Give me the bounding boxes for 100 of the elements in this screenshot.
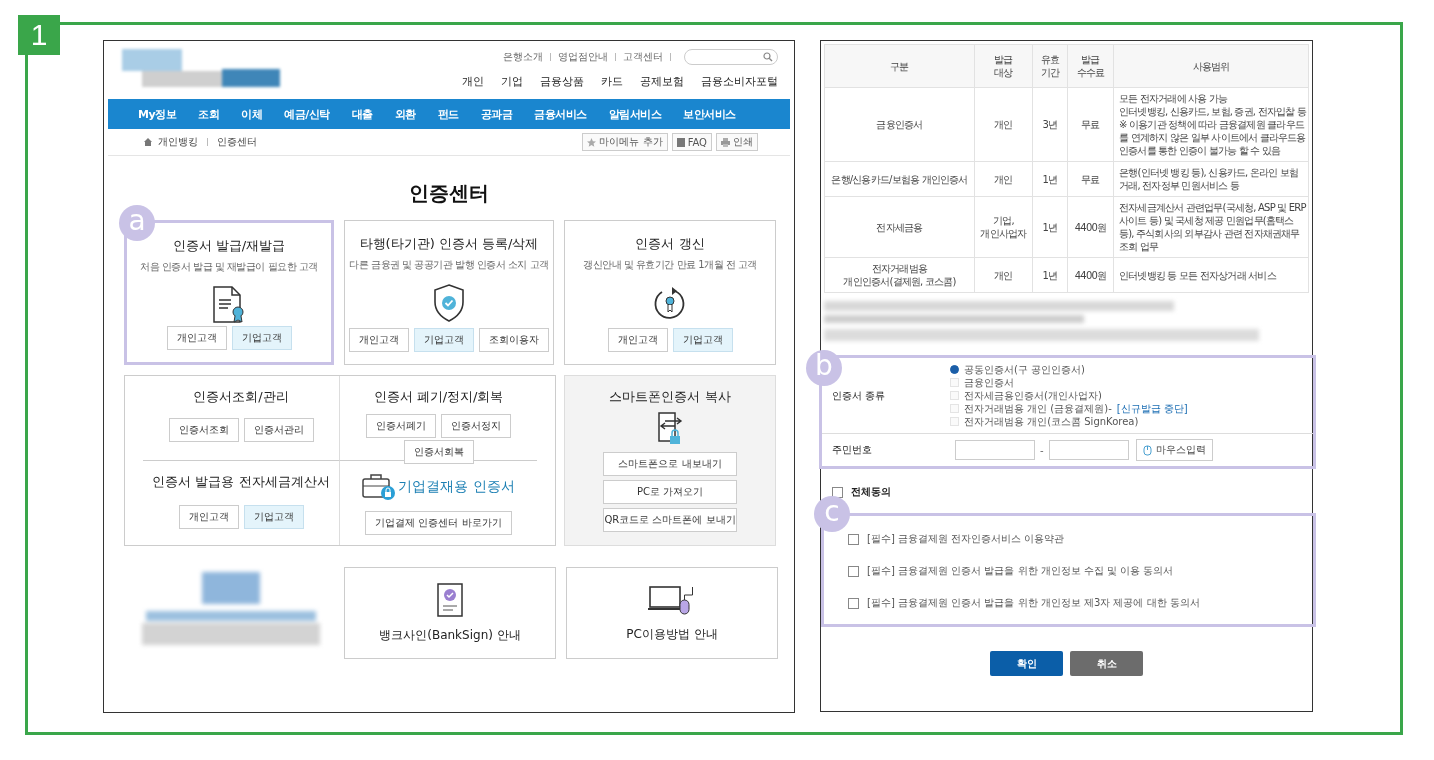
table-cell: 전자세금용 (824, 196, 975, 258)
column-header: 사용범위 (1113, 44, 1309, 88)
option-label: 공동인증서(구 공인인증서) (964, 363, 1085, 376)
cancel-button[interactable]: 취소 (1070, 651, 1143, 676)
menu-item[interactable]: 금융서비스 (534, 106, 587, 122)
table-cell: 1년 (1032, 161, 1068, 197)
menu-item[interactable]: 예금/신탁 (284, 106, 330, 122)
briefcase-lock-icon (362, 472, 397, 501)
option-label: 전자거래범용 개인 (금융결제원)- (964, 402, 1112, 415)
checkbox-label: [필수] 금융결제원 전자인증서비스 이용약관 (867, 532, 1065, 546)
action-button[interactable]: 인증서회복 (403, 440, 474, 464)
breadcrumb-current: 인증센터 (217, 135, 257, 149)
table-cell: 개인 (974, 257, 1033, 293)
shield-check-icon (433, 284, 465, 322)
table-cell: 4400원 (1067, 257, 1114, 293)
table-cell: 개인 (974, 161, 1033, 197)
option-label: 금융인증서 (964, 376, 1014, 389)
column-header: 발급 수수료 (1067, 44, 1114, 88)
checkbox-label: [필수] 금융결제원 인증서 발급을 위한 개인정보 제3자 제공에 대한 동의서 (867, 596, 1200, 610)
renew-icon (653, 284, 687, 322)
checkbox[interactable] (848, 565, 859, 577)
toolbar-button[interactable]: FAQ (671, 133, 712, 151)
action-button[interactable]: 인증서정지 (441, 414, 511, 438)
signed-document-icon (437, 582, 463, 617)
action-button[interactable]: 인증서폐기 (366, 414, 436, 438)
printer-icon (721, 137, 730, 147)
toolbar-button[interactable]: 마이메뉴 추가 (582, 133, 668, 151)
action-button[interactable]: PC로 가져오기 (603, 480, 737, 504)
separator-text: - (1040, 444, 1044, 456)
confirm-button[interactable]: 확인 (990, 651, 1063, 676)
main-nav-link[interactable]: 기업 (501, 74, 523, 89)
menu-item[interactable]: 외환 (394, 106, 416, 122)
checkbox-label: 전체동의 (851, 485, 891, 499)
main-nav-link[interactable]: 금융상품 (540, 74, 584, 89)
table-cell: 전자거래범용 개인인증서(결제원, 코스콤) (824, 257, 975, 293)
page-title: 인증센터 (408, 180, 490, 207)
table-cell: 인터넷뱅킹 등 모든 전자상거래 서비스 (1113, 257, 1309, 293)
main-nav-link[interactable]: 카드 (601, 74, 623, 89)
action-button[interactable]: 인증서조회 (168, 418, 239, 442)
menu-item[interactable]: 보안서비스 (683, 106, 736, 122)
home-icon (144, 138, 152, 146)
column-header: 발급 대상 (974, 44, 1033, 88)
action-button[interactable]: 스마트폰으로 내보내기 (603, 452, 737, 476)
section-title: 인증서 폐기/정지/회복 (373, 388, 504, 406)
field-label: 인증서 종류 (832, 388, 887, 403)
main-nav-link[interactable]: 공제보험 (640, 74, 684, 89)
table-cell: 모든 전자거래에 사용 가능 인터넷뱅킹, 신용카드, 보험, 증권, 전자입찰 등 ※ 이용기관 정책에 따라 금융결제원 클라우드를 연계하지 않은 일부 사이트에서 클라우드용 인증서를 통한 인증이 불가능 할 수 있음 (1113, 87, 1309, 162)
id-number-field[interactable] (1048, 440, 1129, 460)
customer-button[interactable]: 기업고객 (414, 328, 474, 352)
utility-link[interactable]: 영업점안내 (558, 50, 608, 64)
guide-card[interactable]: 뱅크사인(BankSign) 안내 (344, 567, 556, 659)
customer-button[interactable]: 기업고객 (231, 326, 292, 350)
toolbar-button[interactable]: 인쇄 (716, 133, 758, 151)
utility-link[interactable]: 은행소개 (503, 50, 543, 64)
section-title: 인증서조회/관리 (193, 388, 289, 406)
section-title: 인증서 발급용 전자세금계산서 (152, 472, 330, 491)
certificate-document-icon (212, 286, 246, 324)
id-number-field[interactable] (955, 440, 1035, 460)
column-header: 구분 (824, 44, 975, 88)
customer-button[interactable]: 개인고객 (349, 328, 409, 352)
action-button[interactable]: QR코드로 스마트폰에 보내기 (603, 508, 737, 532)
menu-item[interactable]: 이체 (241, 106, 263, 122)
table-cell: 3년 (1032, 87, 1068, 162)
menu-item[interactable]: My정보 (138, 106, 177, 122)
breadcrumb-link[interactable]: 개인뱅킹 (158, 135, 198, 149)
card-title: 인증서 발급/재발급 (172, 237, 286, 255)
mouse-input-button[interactable]: 마우스입력 (1135, 439, 1213, 461)
card-description: 처음 인증서 발급 및 재발급이 필요한 고객 (140, 260, 318, 274)
option-label: 전자세금용인증서(개인사업자) (964, 389, 1102, 402)
checkbox[interactable] (848, 597, 859, 609)
card-title: 타행(타기관) 인증서 등록/삭제 (359, 235, 539, 253)
radio-button[interactable] (950, 365, 959, 374)
option-label: 전자거래범용 개인(코스콤 SignKorea) (964, 415, 1139, 428)
action-button[interactable]: 인증서관리 (243, 418, 314, 442)
main-nav-link[interactable]: 개인 (462, 74, 484, 89)
customer-button[interactable]: 개인고객 (607, 328, 668, 352)
action-button[interactable]: 개인고객 (178, 504, 239, 529)
action-button[interactable]: 기업결제 인증센터 바로가기 (365, 510, 512, 535)
table-cell: 은행(인터넷 뱅킹 등), 신용카드, 온라인 보험거래, 전자정부 민원서비스 등 (1113, 161, 1309, 197)
main-nav-link[interactable]: 금융소비자포털 (701, 74, 778, 89)
menu-item[interactable]: 공과금 (480, 106, 513, 122)
checkbox[interactable] (848, 533, 859, 545)
table-cell: 1년 (1032, 196, 1068, 258)
guide-card[interactable]: PC이용방법 안내 (566, 567, 778, 659)
table-cell: 개인 (974, 87, 1033, 162)
menu-item[interactable]: 알림서비스 (608, 106, 662, 122)
table-cell: 기업, 개인사업자 (974, 196, 1033, 258)
menu-item[interactable]: 대출 (351, 106, 373, 122)
utility-link[interactable]: 고객센터 (623, 50, 663, 64)
customer-button[interactable]: 개인고객 (166, 326, 227, 350)
annotation-marker: a (119, 205, 155, 241)
customer-button[interactable]: 기업고객 (672, 328, 733, 352)
table-cell: 4400원 (1067, 196, 1114, 258)
checkbox[interactable] (832, 486, 843, 498)
search-icon (763, 52, 773, 62)
customer-button[interactable]: 조회이용자 (479, 328, 549, 352)
menu-item[interactable]: 펀드 (437, 106, 459, 122)
action-button[interactable]: 기업고객 (243, 504, 304, 529)
table-cell: 1년 (1032, 257, 1068, 293)
menu-item[interactable]: 조회 (198, 106, 220, 122)
